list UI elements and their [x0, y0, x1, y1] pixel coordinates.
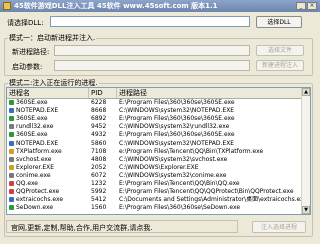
- process-icon: [9, 205, 14, 211]
- process-path: E:\Program Files\360\360se\360SE.exe: [119, 131, 235, 139]
- column-header-pid[interactable]: PID: [89, 88, 117, 98]
- scroll-down-arrow-icon[interactable]: ▼: [302, 206, 310, 214]
- process-path: E:\Program Files\360\360se\360SE.exe: [119, 99, 235, 106]
- process-name: rundll32.exe: [16, 123, 54, 131]
- process-pid: 5860: [91, 139, 107, 147]
- process-list-scrollbar[interactable]: ▲ ▼: [301, 88, 310, 214]
- process-pid: 1560: [91, 204, 107, 212]
- process-path: e:\Program Files\Tencent\QQ\Bin\TXPlatfo…: [119, 147, 264, 155]
- process-icon: [9, 100, 14, 105]
- process-icon: [9, 181, 14, 186]
- process-name: svchost.exe: [16, 155, 52, 163]
- process-icon: [9, 108, 14, 114]
- process-name: 360SE.exe: [16, 131, 48, 139]
- process-name: NOTEPAD.EXE: [16, 139, 59, 147]
- status-link-text[interactable]: 官网,更新,定制,帮助,合作,用户交流群,请点我.: [11, 223, 153, 233]
- process-list-header: 进程名 PID 进程路径: [7, 88, 310, 99]
- process-pid: 6892: [91, 115, 107, 123]
- process-path: C:\WINDOWS\system32\conime.exe: [119, 171, 227, 179]
- launch-inject-button[interactable]: 新建进程注入: [256, 60, 304, 71]
- process-icon: [9, 189, 14, 195]
- process-pid: 4932: [91, 131, 107, 139]
- window-title: 45软件游戏DLL注入工具 45软件 www.45soft.com 版本1.1: [14, 2, 218, 10]
- process-icon: [9, 132, 14, 138]
- table-row[interactable]: 360SE.exe 6892 E:\Program Files\360\360se\…: [7, 115, 310, 123]
- select-file-button[interactable]: 选择文件: [256, 45, 304, 56]
- process-path: C:\WINDOWS\system32\rundll32.exe: [119, 123, 230, 131]
- process-pid: 5412: [91, 196, 107, 204]
- new-process-label: 新进程路径:: [12, 48, 50, 56]
- process-path: C:\WINDOWS\Explorer.EXE: [119, 163, 199, 171]
- table-row[interactable]: extraicochs.exe 5412 C:\Documents and Sett…: [7, 196, 310, 204]
- process-icon: [9, 164, 14, 170]
- table-row[interactable]: NOTEPAD.EXE 8668 C:\WINDOWS\system32\NOTEP…: [7, 107, 310, 115]
- scroll-up-arrow-icon[interactable]: ▲: [302, 88, 310, 96]
- process-list[interactable]: 进程名 PID 进程路径 360SE.exe 6228 E:\Program Fil…: [6, 87, 311, 215]
- process-icon: [9, 124, 14, 130]
- table-row[interactable]: QQ.exe 1232 E:\Program Files\Tencent\QQ\Bi…: [7, 180, 310, 188]
- main-window: 45软件游戏DLL注入工具 45软件 www.45soft.com 版本1.1 …: [0, 0, 320, 244]
- process-pid: 8668: [91, 107, 107, 115]
- table-row[interactable]: Explorer.EXE 2052 C:\WINDOWS\Explorer.EXE: [7, 164, 310, 172]
- process-name: NOTEPAD.EXE: [16, 107, 59, 115]
- process-pid: 1232: [91, 180, 107, 187]
- app-icon: [3, 2, 11, 10]
- process-name: Explorer.EXE: [16, 163, 55, 171]
- process-pid: 7108: [91, 147, 107, 155]
- process-icon: [9, 116, 14, 122]
- select-dll-button[interactable]: 选择DLL: [256, 16, 302, 28]
- table-row[interactable]: rundll32.exe 9452 C:\WINDOWS\system32\rund…: [7, 123, 310, 131]
- process-pid: 2052: [91, 163, 107, 171]
- process-name: SeDown.exe: [16, 204, 54, 212]
- close-button[interactable]: ×: [307, 2, 317, 10]
- launch-param-field[interactable]: [54, 60, 250, 71]
- table-row[interactable]: 360SE.exe 6228 E:\Program Files\360\360se\…: [7, 99, 310, 107]
- process-path: C:\Documents and Settings\Administrator\…: [119, 196, 301, 204]
- process-icon: [9, 172, 14, 178]
- process-pid: 9452: [91, 123, 107, 131]
- process-pid: 4808: [91, 155, 107, 163]
- process-path: E:\Program Files\360\360se\SeDown.exe: [119, 204, 241, 212]
- process-path: C:\WINDOWS\system32\svchost.exe: [119, 155, 228, 163]
- table-row[interactable]: 360SE.exe 4932 E:\Program Files\360\360se\…: [7, 131, 310, 139]
- process-path: C:\WINDOWS\system32\NOTEPAD.EXE: [119, 107, 235, 115]
- launch-param-label: 启动参数:: [12, 63, 43, 71]
- process-pid: 5992: [91, 188, 107, 196]
- new-process-path-field[interactable]: [54, 45, 250, 56]
- table-row[interactable]: QQProtect.exe 5992 E:\Program Files\Tencen…: [7, 188, 310, 196]
- process-icon: [9, 156, 14, 162]
- process-pid: 6072: [91, 171, 107, 179]
- table-row[interactable]: svchost.exe 4808 C:\WINDOWS\system32\svcho…: [7, 156, 310, 164]
- process-icon: [9, 148, 14, 154]
- process-icon: [9, 197, 14, 203]
- process-name: extraicochs.exe: [16, 196, 64, 204]
- dll-label: 请选择DLL:: [7, 19, 44, 27]
- process-pid: 6228: [91, 99, 107, 106]
- process-name: 360SE.exe: [16, 115, 48, 123]
- dll-path-field[interactable]: [50, 16, 250, 27]
- table-row[interactable]: conime.exe 6072 C:\WINDOWS\system32\conime…: [7, 172, 310, 180]
- process-name: TXPlatform.exe: [16, 147, 62, 155]
- table-row[interactable]: NOTEPAD.EXE 5860 C:\WINDOWS\system32\NOTEP…: [7, 140, 310, 148]
- process-path: E:\Program Files\360\360se\360SE.exe: [119, 115, 235, 123]
- title-bar: 45软件游戏DLL注入工具 45软件 www.45soft.com 版本1.1 …: [0, 0, 320, 12]
- process-path: E:\Program Files\Tencent\QQ\QQProtect\Bi…: [119, 188, 294, 196]
- mode-one-title: 模式一：启动新进程并注入.: [8, 33, 97, 43]
- column-header-name[interactable]: 进程名: [7, 88, 89, 98]
- process-name: QQ.exe: [16, 180, 38, 187]
- status-link-bar[interactable]: 官网,更新,定制,帮助,合作,用户交流群,请点我.: [6, 220, 238, 233]
- inject-selected-button[interactable]: 注入选择进程: [252, 221, 306, 233]
- table-row[interactable]: TXPlatform.exe 7108 e:\Program Files\Tence…: [7, 148, 310, 156]
- process-icon: [9, 140, 14, 146]
- column-header-path[interactable]: 进程路径: [117, 88, 303, 98]
- process-name: conime.exe: [16, 171, 51, 179]
- minimize-button[interactable]: _: [296, 2, 306, 10]
- table-row[interactable]: SeDown.exe 1560 E:\Program Files\360\360se…: [7, 204, 310, 212]
- process-path: C:\WINDOWS\system32\NOTEPAD.EXE: [119, 139, 235, 147]
- process-name: 360SE.exe: [16, 99, 48, 106]
- process-path: E:\Program Files\Tencent\QQ\Bin\QQ.exe: [119, 180, 240, 187]
- process-name: QQProtect.exe: [16, 188, 60, 196]
